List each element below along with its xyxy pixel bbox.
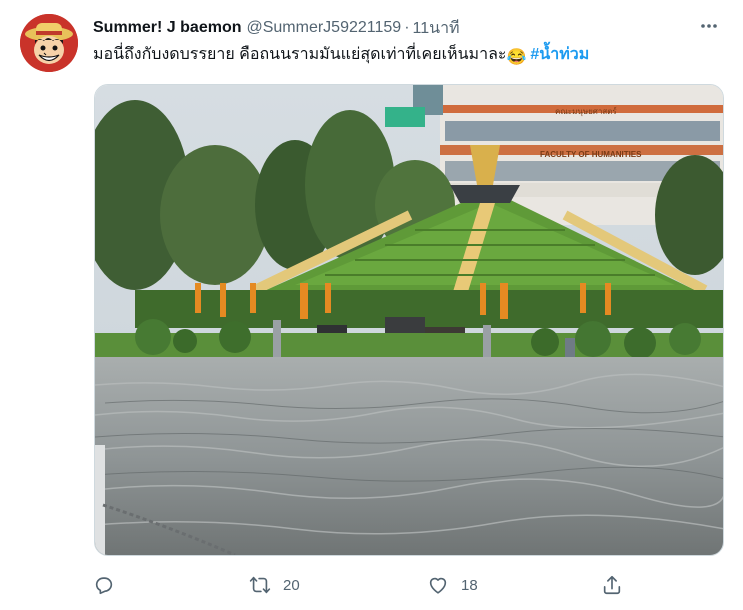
timestamp[interactable]: 11นาที — [413, 16, 460, 41]
hashtag-link[interactable]: #น้ำท่วม — [530, 46, 589, 63]
retweet-icon — [249, 576, 271, 594]
tweet-body: มอนี่ถึงกับงดบรรยาย คือถนนรามมันแย่สุดเท… — [93, 46, 507, 63]
heart-icon — [429, 577, 447, 594]
user-handle[interactable]: @SummerJ59221159 — [246, 19, 401, 37]
avatar[interactable] — [20, 14, 78, 72]
retweet-count: 20 — [283, 576, 300, 594]
retweet-button[interactable]: 20 — [249, 570, 300, 600]
tweet-header: Summer! J baemon @SummerJ59221159 · 11นา… — [93, 16, 723, 40]
flood-photo-illustration: FACULTY OF HUMANITIES คณะมนุษยศาสตร์ — [95, 85, 723, 555]
separator-dot: · — [404, 19, 410, 36]
avatar-image — [20, 14, 78, 72]
share-button[interactable] — [601, 570, 635, 600]
reply-icon — [95, 577, 113, 595]
display-name[interactable]: Summer! J baemon — [93, 19, 241, 37]
like-count: 18 — [461, 576, 478, 594]
tweet-photo[interactable]: FACULTY OF HUMANITIES คณะมนุษยศาสตร์ — [94, 84, 724, 556]
tweet-text: มอนี่ถึงกับงดบรรยาย คือถนนรามมันแย่สุดเท… — [93, 44, 723, 69]
tweet-action-bar: 20 18 — [93, 570, 633, 600]
reply-button[interactable] — [93, 570, 127, 600]
laughing-emoji-icon: 😂 — [506, 49, 527, 66]
building-sign-text: FACULTY OF HUMANITIES — [540, 150, 642, 159]
share-icon — [603, 575, 621, 595]
like-button[interactable]: 18 — [427, 570, 478, 600]
building-sign-thai: คณะมนุษยศาสตร์ — [555, 106, 617, 116]
more-icon[interactable] — [695, 14, 723, 38]
